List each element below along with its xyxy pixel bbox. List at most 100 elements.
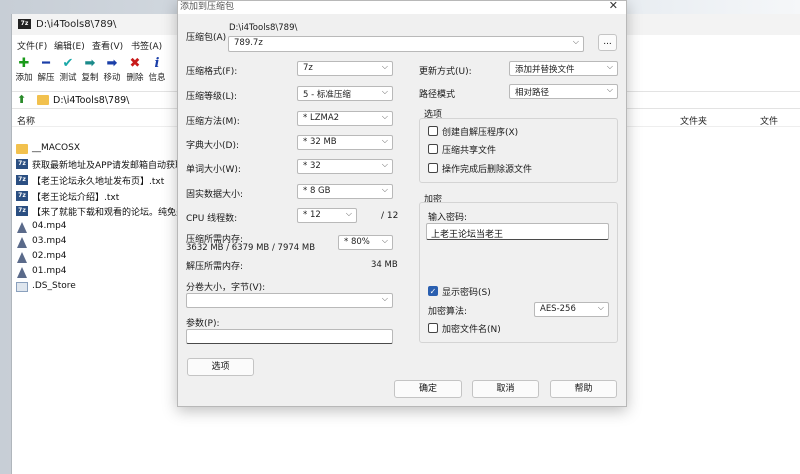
menu-edit[interactable]: 编辑(E) xyxy=(54,39,85,52)
list-item[interactable]: __MACOSX xyxy=(12,142,180,156)
chevron-down-icon: ⌵ xyxy=(381,136,388,145)
video-file-icon xyxy=(17,252,27,263)
list-item[interactable]: 03.mp4 xyxy=(12,235,180,249)
delete-button[interactable]: ✖ 删除 xyxy=(124,56,146,86)
move-arrow-icon: ➡ xyxy=(106,56,118,71)
add-button[interactable]: ✚ 添加 xyxy=(13,56,35,86)
split-volume-combo[interactable]: ⌵ xyxy=(186,293,393,308)
minus-icon: ━ xyxy=(42,56,50,71)
archive-directory: D:\i4Tools8\789\ xyxy=(229,23,298,33)
compress-memory-detail: 3632 MB / 6379 MB / 7974 MB xyxy=(186,243,316,253)
video-file-icon xyxy=(17,267,27,278)
word-size-label: 单词大小(W): xyxy=(186,165,241,175)
archive-file-icon: 7z xyxy=(16,159,28,169)
menu-file[interactable]: 文件(F) xyxy=(17,39,47,52)
word-size-select[interactable]: * 32 ⌵ xyxy=(297,159,393,174)
7zip-logo-icon: 7z xyxy=(18,19,31,29)
archive-file-icon: 7z xyxy=(16,175,28,185)
archive-name-combo[interactable]: 789.7z ⌵ xyxy=(228,36,584,52)
up-arrow-icon[interactable]: ⬆ xyxy=(17,94,29,106)
cancel-button[interactable]: 取消 xyxy=(472,380,539,398)
column-name[interactable]: 名称 xyxy=(17,114,35,127)
dialog-titlebar: 添加到压缩包 ✕ xyxy=(178,0,626,14)
decompress-memory-value: 34 MB xyxy=(371,260,398,270)
move-button[interactable]: ➡ 移动 xyxy=(101,56,123,86)
cpu-threads-total: / 12 xyxy=(381,211,399,221)
encryption-method-select[interactable]: AES-256 ⌵ xyxy=(534,302,609,317)
close-icon[interactable]: ✕ xyxy=(609,0,618,12)
level-select[interactable]: 5 - 标准压缩 ⌵ xyxy=(297,86,393,101)
show-password-checkbox[interactable]: ✓ xyxy=(428,286,438,296)
column-folders[interactable]: 文件夹 xyxy=(680,114,707,127)
list-item[interactable]: 02.mp4 xyxy=(12,250,180,264)
solid-block-label: 固实数据大小: xyxy=(186,190,244,200)
cpu-threads-label: CPU 线程数: xyxy=(186,214,238,224)
solid-block-select[interactable]: * 8 GB ⌵ xyxy=(297,184,393,199)
chevron-down-icon: ⌵ xyxy=(381,87,388,96)
menu-bookmarks[interactable]: 书签(A) xyxy=(131,39,162,52)
chevron-down-icon: ⌵ xyxy=(381,112,388,121)
chevron-down-icon: ⌵ xyxy=(381,236,388,245)
encrypt-names-checkbox[interactable] xyxy=(428,323,438,333)
ok-button[interactable]: 确定 xyxy=(394,380,462,398)
check-icon: ✔ xyxy=(62,56,74,71)
decompress-memory-label: 解压所需内存: xyxy=(186,262,244,272)
window-title: D:\i4Tools8\789\ xyxy=(36,19,117,30)
info-button[interactable]: i 信息 xyxy=(146,56,168,86)
info-icon: i xyxy=(154,56,160,71)
dictionary-select[interactable]: * 32 MB ⌵ xyxy=(297,135,393,150)
chevron-down-icon: ⌵ xyxy=(572,37,579,46)
encrypt-names-label: 加密文件名(N) xyxy=(442,325,501,335)
archive-label: 压缩包(A) xyxy=(186,33,227,43)
chevron-down-icon: ⌵ xyxy=(381,294,388,303)
delete-x-icon: ✖ xyxy=(129,56,141,71)
dialog-title: 添加到压缩包 xyxy=(180,2,235,12)
sfx-checkbox[interactable] xyxy=(428,126,438,136)
update-mode-select[interactable]: 添加并替换文件 ⌵ xyxy=(509,61,618,76)
plus-icon: ✚ xyxy=(18,56,30,71)
sfx-label: 创建自解压程序(X) xyxy=(442,128,519,138)
options-group: 创建自解压程序(X) 压缩共享文件 操作完成后删除源文件 xyxy=(419,118,618,183)
delete-source-checkbox[interactable] xyxy=(428,163,438,173)
chevron-down-icon: ⌵ xyxy=(381,62,388,71)
column-files[interactable]: 文件 xyxy=(760,114,778,127)
list-item[interactable]: 01.mp4 xyxy=(12,265,180,279)
parameters-label: 参数(P): xyxy=(186,319,220,329)
format-label: 压缩格式(F): xyxy=(186,67,238,77)
video-file-icon xyxy=(17,237,27,248)
list-item[interactable]: 7z 获取最新地址及APP请发邮箱自动获取. xyxy=(12,157,180,171)
encryption-method-label: 加密算法: xyxy=(428,307,468,317)
list-item[interactable]: 04.mp4 xyxy=(12,220,180,234)
video-file-icon xyxy=(17,222,27,233)
list-item[interactable]: .DS_Store xyxy=(12,280,180,294)
update-mode-label: 更新方式(U): xyxy=(419,67,472,77)
test-button[interactable]: ✔ 测试 xyxy=(57,56,79,86)
path-mode-select[interactable]: 相对路径 ⌵ xyxy=(509,84,618,99)
method-select[interactable]: * LZMA2 ⌵ xyxy=(297,111,393,126)
chevron-down-icon: ⌵ xyxy=(381,160,388,169)
password-input[interactable]: 上老王论坛当老王 xyxy=(426,223,609,240)
list-item[interactable]: 7z 【老王论坛永久地址发布页】.txt xyxy=(12,173,180,187)
parameters-input[interactable] xyxy=(186,329,393,344)
extract-button[interactable]: ━ 解压 xyxy=(35,56,57,86)
list-item[interactable]: 7z 【老王论坛介绍】.txt xyxy=(12,189,180,203)
memory-usage-select[interactable]: * 80% ⌵ xyxy=(338,235,393,250)
help-button[interactable]: 帮助 xyxy=(550,380,617,398)
chevron-down-icon: ⌵ xyxy=(606,62,613,71)
copy-button[interactable]: ➡ 复制 xyxy=(79,56,101,86)
shared-files-checkbox[interactable] xyxy=(428,144,438,154)
menu-view[interactable]: 查看(V) xyxy=(92,39,123,52)
options-button[interactable]: 选项 xyxy=(187,358,254,376)
format-select[interactable]: 7z ⌵ xyxy=(297,61,393,76)
delete-source-label: 操作完成后删除源文件 xyxy=(442,165,533,175)
list-item[interactable]: 7z 【来了就能下载和观看的论坛。纯免费 xyxy=(12,204,180,218)
split-volume-label: 分卷大小，字节(V): xyxy=(186,283,266,293)
address-text: D:\i4Tools8\789\ xyxy=(53,95,130,106)
chevron-down-icon: ⌵ xyxy=(606,85,613,94)
password-label: 输入密码: xyxy=(428,213,468,223)
cpu-threads-select[interactable]: * 12 ⌵ xyxy=(297,208,357,223)
browse-button[interactable]: ... xyxy=(598,34,617,51)
add-to-archive-dialog: 添加到压缩包 ✕ 压缩包(A) D:\i4Tools8\789\ 789.7z … xyxy=(177,0,627,407)
chevron-down-icon: ⌵ xyxy=(597,303,604,312)
method-label: 压缩方法(M): xyxy=(186,117,240,127)
